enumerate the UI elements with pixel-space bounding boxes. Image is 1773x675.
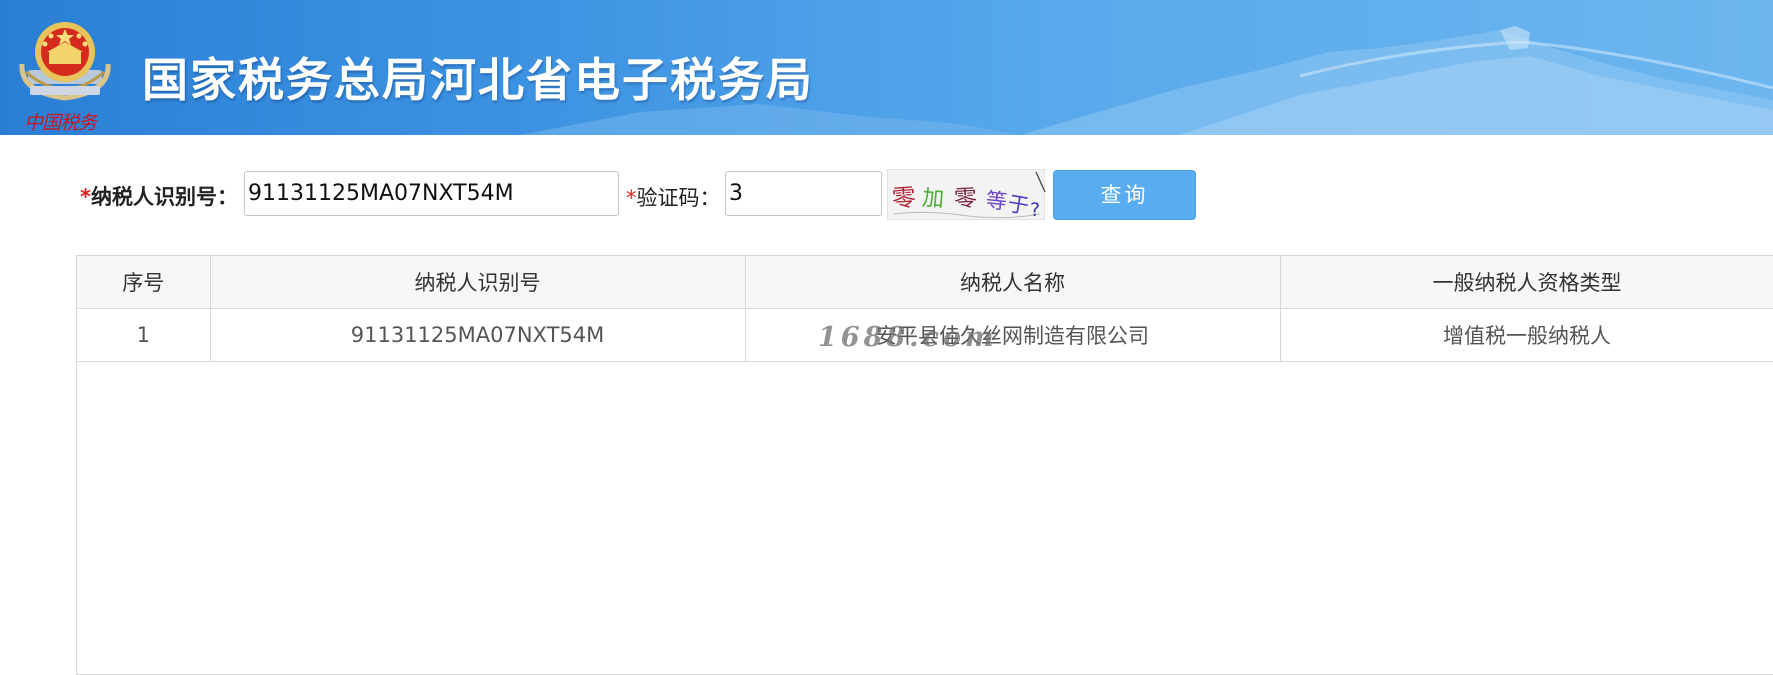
cell-index: 1 [77,308,211,362]
captcha-image[interactable]: 零 加 零 等 于 ? [887,169,1046,221]
svg-text:?: ? [1030,199,1040,221]
header-cell-index: 序号 [77,256,211,309]
captcha-input[interactable] [725,171,882,216]
svg-text:等: 等 [985,188,1008,214]
cell-type: 增值税一般纳税人 [1280,308,1773,362]
header-banner: 中国税务 国家税务总局河北省电子税务局 [0,0,1773,135]
svg-text:零: 零 [891,183,917,213]
required-mark: * [80,185,91,209]
national-emblem-icon [19,22,111,101]
query-button[interactable]: 查询 [1053,170,1196,220]
results-table: 序号 纳税人识别号 纳税人名称 一般纳税人资格类型 1 91131125MA07… [76,255,1773,675]
header-cell-type: 一般纳税人资格类型 [1280,256,1773,309]
china-tax-script-logo: 中国税务 [24,112,97,134]
svg-text:零: 零 [953,185,977,212]
table-header-row: 序号 纳税人识别号 纳税人名称 一般纳税人资格类型 [77,256,1773,309]
tin-input[interactable] [244,171,619,216]
header-cell-tin: 纳税人识别号 [210,256,746,309]
captcha-graphic: 零 加 零 等 于 ? [891,171,1046,221]
captcha-label: *验证码： [626,186,721,210]
site-title: 国家税务总局河北省电子税务局 [142,53,814,107]
table-row: 1 91131125MA07NXT54M 安平县佳久丝网制造有限公司 增值税一般… [77,308,1773,362]
svg-text:加: 加 [921,186,945,213]
tin-label: *纳税人识别号： [80,185,238,209]
required-mark: * [626,186,637,210]
cell-tin: 91131125MA07NXT54M [210,308,746,362]
header-cell-name: 纳税人名称 [745,256,1281,309]
cell-name: 安平县佳久丝网制造有限公司 [745,308,1281,362]
svg-text:于: 于 [1006,191,1031,218]
page: 中国税务 国家税务总局河北省电子税务局 *纳税人识别号： *验证码： 零 加 零… [0,0,1773,675]
